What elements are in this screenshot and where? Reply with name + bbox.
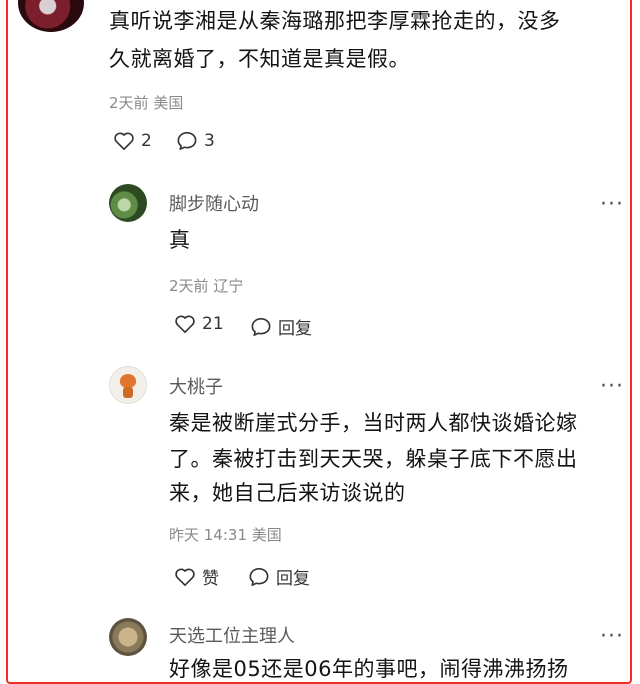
reply-button[interactable]: 回复: [248, 564, 310, 589]
fox-icon: [120, 374, 136, 388]
reply-text-line: 来，她自己后来访谈说的: [169, 481, 406, 505]
comment-meta: 2天前 美国: [109, 92, 183, 113]
comment-time: 2天前: [109, 94, 149, 112]
avatar[interactable]: [18, 0, 84, 32]
reply-button[interactable]: 回复: [250, 314, 312, 339]
reply-time: 2天前: [169, 277, 209, 295]
highlight-frame: [6, 0, 632, 684]
reply-meta: 2天前 辽宁: [169, 275, 243, 296]
like-label: 赞: [202, 569, 219, 589]
reply-text-line: 了。秦被打击到天天哭，躲桌子底下不愿出: [169, 447, 578, 471]
more-options-button[interactable]: ···: [600, 376, 624, 398]
like-count: 2: [141, 131, 152, 151]
reply-count-button[interactable]: 3: [176, 131, 215, 151]
username[interactable]: 脚步随心动: [169, 190, 259, 216]
comment-bubble-icon: [177, 132, 197, 150]
reply-label: 回复: [278, 319, 312, 339]
heart-icon: [114, 132, 134, 150]
comment-location: 美国: [153, 94, 184, 112]
username[interactable]: 天选工位主理人: [169, 622, 295, 648]
username[interactable]: 大桃子: [169, 373, 223, 399]
like-button[interactable]: 赞: [174, 564, 219, 589]
more-options-button[interactable]: ···: [600, 626, 624, 648]
reply-count: 3: [204, 131, 215, 151]
reply-text-line: 好像是05还是06年的事吧，闹得沸沸扬扬: [169, 657, 569, 681]
avatar[interactable]: [109, 366, 147, 404]
avatar[interactable]: [109, 618, 147, 656]
like-count: 21: [202, 314, 224, 334]
fox-body-shape: [123, 387, 133, 398]
reply-text-line: 秦是被断崖式分手，当时两人都快谈婚论嫁: [169, 411, 578, 435]
reply-location: 美国: [251, 526, 282, 544]
comment-text-line: 真听说李湘是从秦海璐那把李厚霖抢走的，没多: [109, 9, 561, 33]
reply-meta: 昨天 14:31 美国: [169, 524, 282, 545]
reply-location: 辽宁: [213, 277, 244, 295]
avatar[interactable]: [109, 184, 147, 222]
reply-label: 回复: [276, 569, 310, 589]
like-button[interactable]: 21: [174, 314, 224, 334]
like-button[interactable]: 2: [113, 131, 152, 151]
reply-text: 真: [169, 228, 191, 252]
reply-time: 昨天 14:31: [169, 526, 247, 544]
heart-icon: [175, 568, 195, 586]
more-options-button[interactable]: ···: [600, 194, 624, 216]
heart-icon: [175, 315, 195, 333]
comment-bubble-icon: [249, 567, 269, 586]
comment-bubble-icon: [251, 317, 271, 336]
comment-text-line: 久就离婚了，不知道是真是假。: [109, 47, 410, 71]
